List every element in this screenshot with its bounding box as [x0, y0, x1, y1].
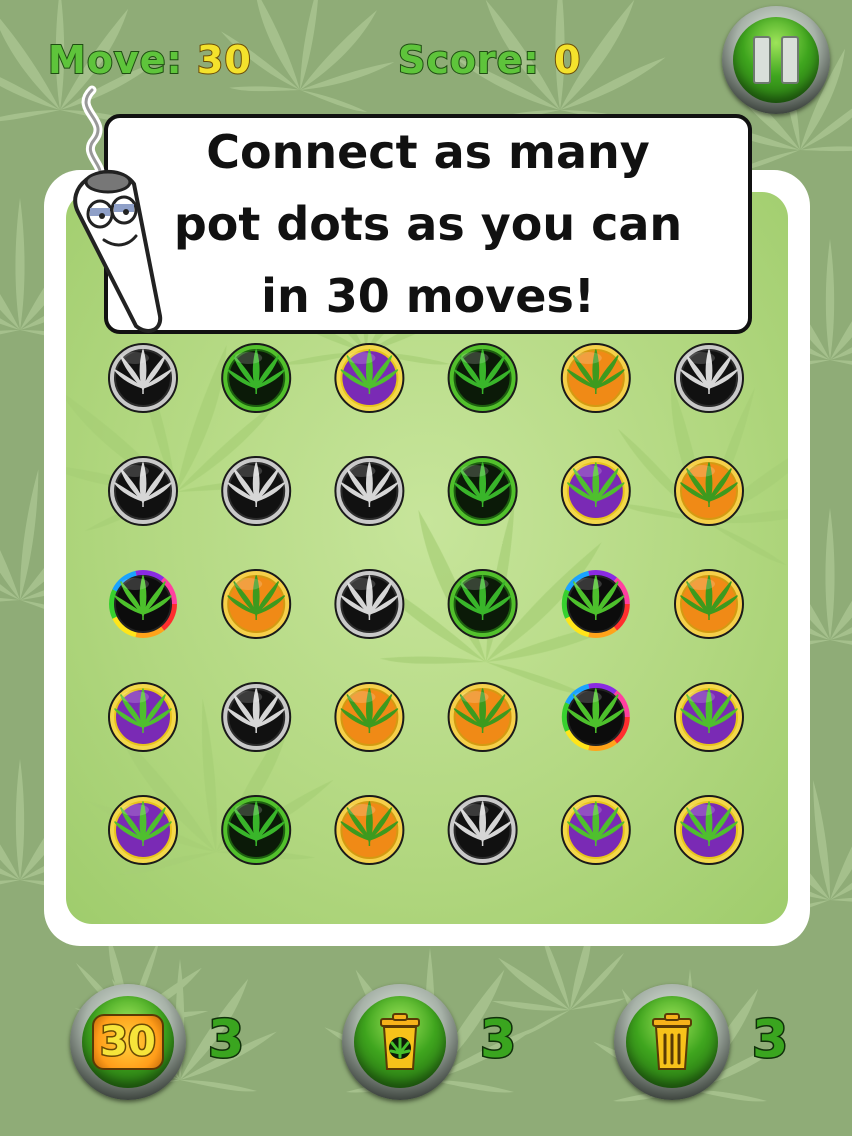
dot-rainbow[interactable]: [109, 570, 177, 638]
extra-moves-powerup-button[interactable]: 30: [70, 984, 186, 1100]
dot-silver[interactable]: [108, 456, 178, 526]
dot-rainbow[interactable]: [561, 570, 630, 638]
tutorial-line: Connect as many: [206, 125, 650, 179]
dot-orange[interactable]: [334, 795, 405, 865]
dot-purple[interactable]: [560, 795, 631, 865]
trash-icon: [652, 1013, 692, 1070]
extra-moves-icon: 30: [82, 996, 174, 1088]
dot-orange[interactable]: [334, 682, 405, 752]
tutorial-line: pot dots as you can: [173, 197, 683, 251]
dot-orange[interactable]: [221, 569, 292, 639]
dot-silver[interactable]: [221, 456, 292, 526]
tutorial-text: Connect as many pot dots as you can in 3…: [154, 116, 702, 332]
dot-rainbow[interactable]: [561, 683, 630, 751]
dot-silver[interactable]: [674, 343, 744, 413]
dot-orange[interactable]: [447, 682, 518, 752]
dot-green[interactable]: [221, 343, 292, 413]
clear-dot-count: 3: [750, 1009, 789, 1072]
dot-green[interactable]: [447, 569, 518, 639]
dot-silver[interactable]: [334, 569, 405, 639]
joint-mascot-icon: [73, 85, 163, 333]
dot-purple[interactable]: [108, 682, 178, 752]
dot-silver[interactable]: [334, 456, 405, 526]
clear-color-powerup-button[interactable]: [342, 984, 458, 1100]
tutorial-speech-bubble: Connect as many pot dots as you can in 3…: [104, 114, 752, 334]
dot-green[interactable]: [221, 795, 292, 865]
dot-purple[interactable]: [108, 795, 178, 865]
extra-moves-count: 3: [206, 1009, 245, 1072]
dot-purple[interactable]: [334, 343, 405, 413]
dot-green[interactable]: [447, 456, 518, 526]
extra-moves-label: 30: [92, 1014, 164, 1070]
clear-color-count: 3: [478, 1009, 517, 1072]
clear-dot-powerup-button[interactable]: [614, 984, 730, 1100]
dot-silver[interactable]: [108, 343, 178, 413]
dot-purple[interactable]: [560, 456, 631, 526]
dot-silver[interactable]: [221, 682, 292, 752]
dot-purple[interactable]: [674, 795, 744, 865]
trash-leaf-icon: [380, 1013, 420, 1070]
dot-orange[interactable]: [560, 343, 631, 413]
dot-silver[interactable]: [447, 795, 518, 865]
dot-orange[interactable]: [674, 456, 744, 526]
dot-green[interactable]: [447, 343, 518, 413]
dot-purple[interactable]: [674, 682, 744, 752]
dot-orange[interactable]: [674, 569, 744, 639]
tutorial-line: in 30 moves!: [261, 269, 595, 323]
